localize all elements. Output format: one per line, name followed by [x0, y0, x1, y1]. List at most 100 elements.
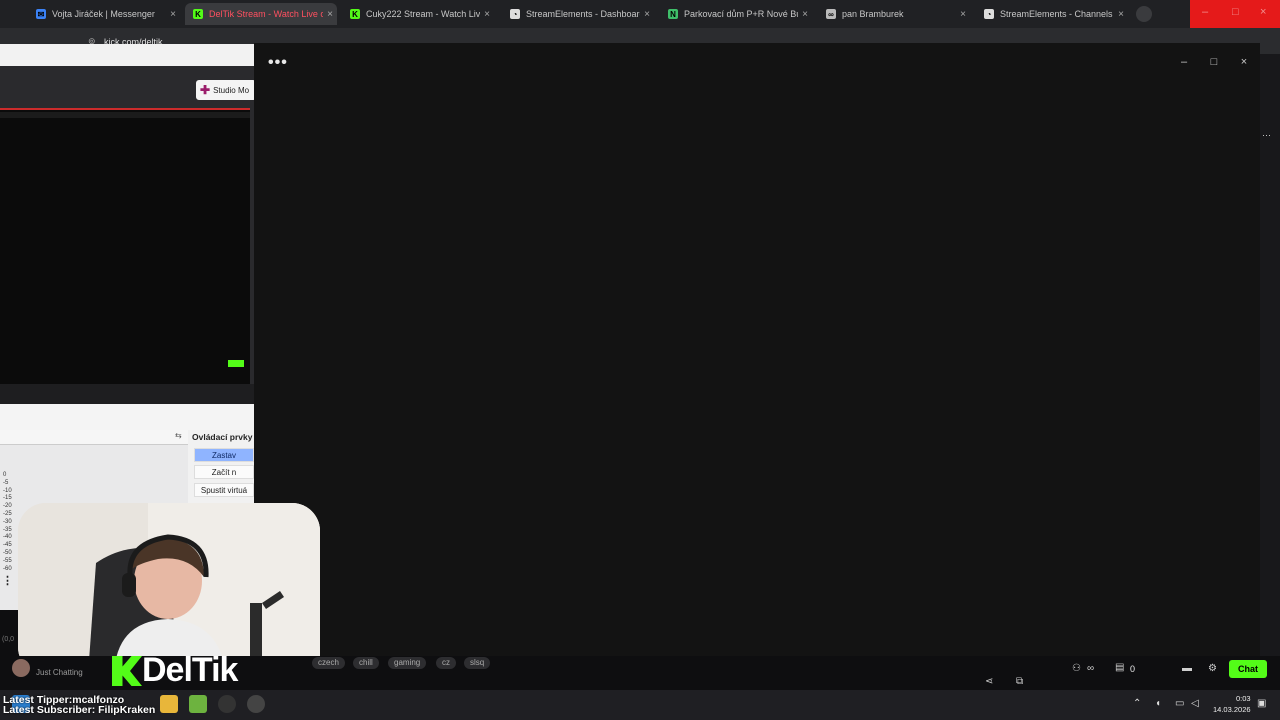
- start-virtual-camera-button[interactable]: Spustit virtuá: [194, 483, 254, 497]
- db-scale-label: 0: [3, 472, 7, 478]
- stream-alert-ticker: Latest Tipper:mcalfonzo Latest Subscribe…: [3, 695, 156, 716]
- chat-bubble-icon[interactable]: ▬: [1182, 663, 1192, 674]
- dock-menu-icon[interactable]: ⇆: [175, 431, 182, 440]
- webcam-feed: [18, 503, 320, 675]
- tab-label: Vojta Jiráček | Messenger: [52, 9, 155, 19]
- db-scale-label: -5: [3, 479, 9, 486]
- browser-tab[interactable]: ✉ Vojta Jiráček | Messenger ×: [28, 3, 180, 25]
- latest-subscriber: Latest Subscriber: FilipKraken: [3, 704, 156, 716]
- window-minimize-icon[interactable]: –: [1174, 56, 1194, 72]
- stream-tag[interactable]: gaming: [388, 657, 427, 669]
- chat-button[interactable]: Chat: [1229, 660, 1267, 678]
- kick-icon: K: [350, 9, 360, 19]
- background-page-header: [0, 44, 254, 66]
- clock-time[interactable]: 0:03: [1236, 694, 1251, 703]
- tab-label: DelTik Stream - Watch Live on: [209, 9, 323, 19]
- tray-chevron-icon[interactable]: ⌃: [1133, 698, 1141, 709]
- db-scale-label: -25: [3, 511, 12, 517]
- media-player-icon[interactable]: [247, 695, 265, 713]
- stream-tag[interactable]: slsq: [464, 657, 491, 669]
- tab-label: pan Bramburek: [842, 9, 904, 19]
- network-icon[interactable]: ▭: [1175, 698, 1184, 709]
- file-explorer-icon[interactable]: [160, 695, 178, 713]
- tab-close-icon[interactable]: ×: [480, 9, 494, 20]
- obs-icon[interactable]: [218, 695, 236, 713]
- gear-icon[interactable]: ⚙: [1208, 663, 1217, 674]
- close-icon[interactable]: ×: [1260, 6, 1266, 18]
- studio-mode-button[interactable]: ✚ Studio Mo: [196, 80, 256, 100]
- tab-close-icon[interactable]: ×: [640, 9, 654, 20]
- preview-live-badge: [228, 360, 244, 367]
- microphone-icon[interactable]: ◖: [1155, 698, 1161, 709]
- kick-icon: K: [193, 9, 203, 19]
- more-options-icon[interactable]: •••: [268, 54, 288, 72]
- volume-icon[interactable]: ◁: [1191, 698, 1199, 709]
- notification-icon[interactable]: ▣: [1257, 698, 1266, 709]
- infinity-icon[interactable]: ∞: [1087, 663, 1094, 674]
- start-recording-button[interactable]: Začít n: [194, 465, 254, 479]
- share-icon[interactable]: ⋖: [985, 676, 993, 687]
- minimize-icon[interactable]: –: [1202, 6, 1208, 18]
- browser-tab[interactable]: N Parkovací dům P+R Nové Buto ×: [660, 3, 812, 25]
- tab-close-icon[interactable]: ×: [323, 9, 337, 20]
- studio-mode-label: Studio Mo: [213, 85, 250, 95]
- browser-tab[interactable]: ◔ StreamElements - Dashboard ×: [502, 3, 654, 25]
- clock-date[interactable]: 14.03.2026: [1213, 705, 1251, 714]
- preview-mini-tabs: [0, 112, 250, 118]
- link-icon: ∞: [826, 9, 836, 19]
- messenger-icon: ✉: [36, 9, 46, 19]
- maximize-icon[interactable]: □: [1232, 6, 1239, 18]
- streamelements-icon: ◔: [984, 9, 994, 19]
- green-n-icon: N: [668, 9, 678, 19]
- db-scale-label: -45: [3, 542, 12, 549]
- db-scale-label: -55: [3, 557, 12, 564]
- new-tab-button[interactable]: [1136, 6, 1152, 22]
- window-maximize-icon[interactable]: □: [1204, 56, 1224, 72]
- browser-tab[interactable]: K Cuky222 Stream - Watch Live o×: [342, 3, 494, 25]
- db-scale-label: -35: [3, 526, 12, 533]
- db-scale-label: -60: [3, 565, 12, 572]
- browser-tab[interactable]: ◔ StreamElements - Channels ×: [976, 3, 1128, 25]
- db-scale-label: -50: [3, 550, 12, 556]
- db-scale-label: -30: [3, 518, 12, 525]
- streamer-avatar[interactable]: [12, 659, 30, 677]
- tab-label: Parkovací dům P+R Nové Buto: [684, 9, 798, 19]
- stop-streaming-button[interactable]: Zastav: [194, 448, 254, 462]
- streamelements-icon: ◔: [510, 9, 520, 19]
- browser-tab[interactable]: K DelTik Stream - Watch Live on ×: [185, 3, 337, 25]
- kick-page-edge: ⋯: [1260, 54, 1280, 664]
- stream-tag[interactable]: czech: [312, 657, 345, 669]
- blank-app-window: [254, 43, 1260, 663]
- tab-label: Cuky222 Stream - Watch Live o: [366, 9, 480, 19]
- share-network-icon[interactable]: ⚇: [1072, 663, 1081, 674]
- clip-icon[interactable]: ⧉: [1016, 676, 1023, 687]
- audio-mixer-header: ⇆: [0, 430, 188, 445]
- window-controls: – □ ×: [1190, 0, 1280, 28]
- tab-close-icon[interactable]: ×: [798, 9, 812, 20]
- window-close-icon[interactable]: ×: [1234, 56, 1254, 72]
- tab-close-icon[interactable]: ×: [1114, 9, 1128, 20]
- tab-label: StreamElements - Dashboard: [526, 9, 640, 19]
- db-scale-label: -10: [3, 487, 12, 494]
- stream-tag[interactable]: cz: [436, 657, 456, 669]
- gift-icon[interactable]: ▤: [1115, 662, 1124, 673]
- stream-category[interactable]: Just Chatting: [36, 668, 83, 677]
- browser-tab[interactable]: ∞ pan Bramburek ×: [818, 3, 970, 25]
- app-green-icon[interactable]: [189, 695, 207, 713]
- tab-close-icon[interactable]: ×: [166, 9, 180, 20]
- tab-label: StreamElements - Channels: [1000, 9, 1113, 19]
- obs-panel-divider: [0, 404, 254, 430]
- studio-mode-icon: ✚: [200, 83, 211, 97]
- viewer-count: 0: [1130, 664, 1136, 674]
- status-value: (0,0: [2, 636, 15, 643]
- tab-close-icon[interactable]: ×: [956, 9, 970, 20]
- stream-tag[interactable]: chill: [353, 657, 379, 669]
- webcam-image: [18, 503, 320, 675]
- obs-preview: [0, 108, 250, 386]
- controls-title: Ovládací prvky: [192, 432, 253, 442]
- channel-logo-text: DelTik: [142, 651, 238, 689]
- page-menu-icon[interactable]: ⋯: [1262, 130, 1271, 141]
- db-scale-label: -40: [3, 534, 12, 541]
- db-scale-label: -15: [3, 495, 12, 502]
- mixer-menu-icon[interactable]: ⋮: [2, 574, 13, 587]
